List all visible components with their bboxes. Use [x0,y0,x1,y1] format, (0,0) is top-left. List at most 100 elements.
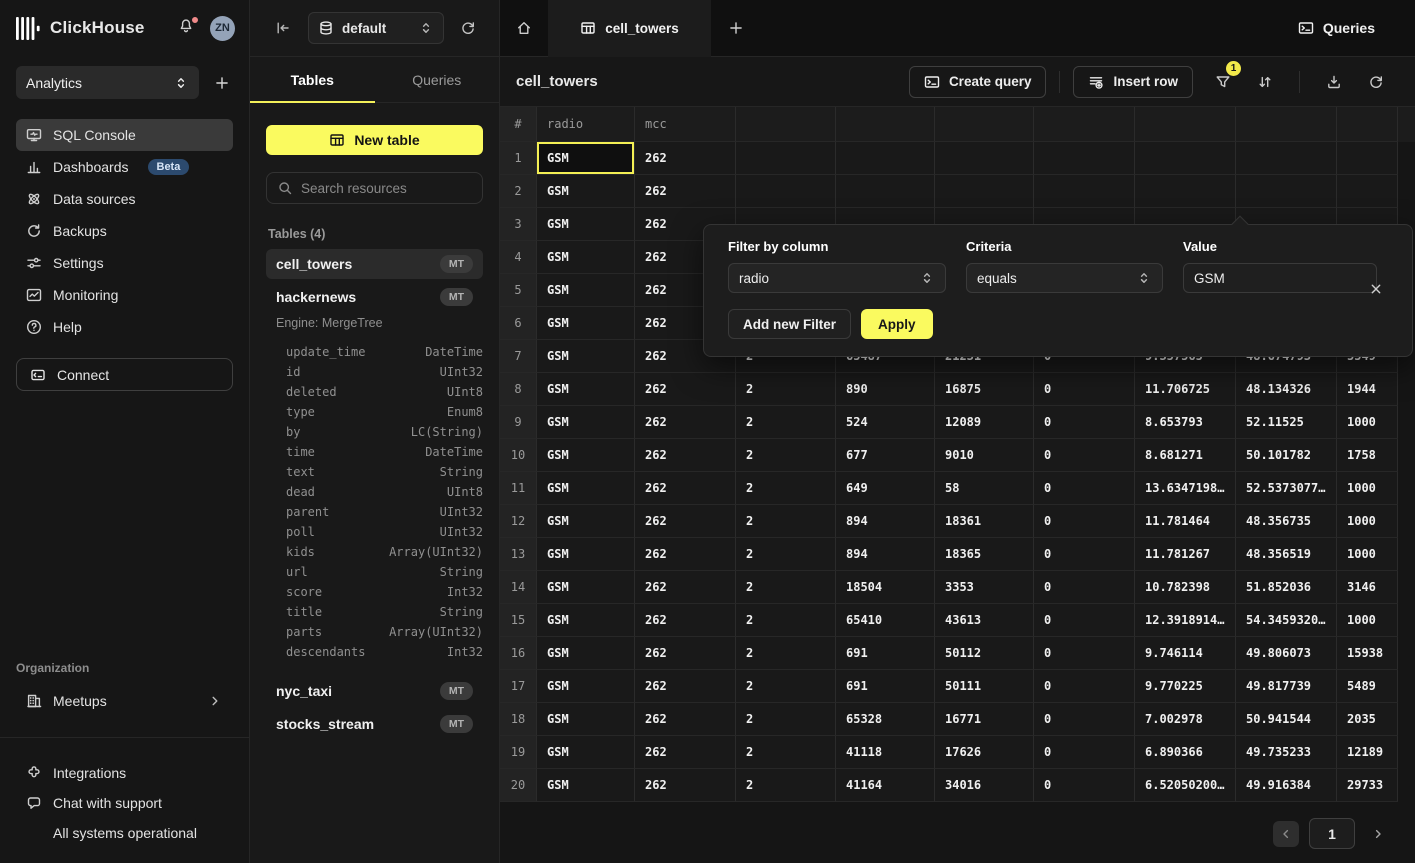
grid-cell[interactable]: GSM [537,670,635,703]
tab-tables[interactable]: Tables [250,57,375,102]
grid-cell[interactable]: GSM [537,241,635,274]
grid-cell[interactable]: GSM [537,175,635,208]
grid-cell[interactable]: 7.002978 [1135,703,1236,736]
sidebar-item-integrations[interactable]: Integrations [16,758,233,788]
grid-cell[interactable] [1236,175,1337,208]
grid-cell[interactable]: 15938 [1337,637,1398,670]
grid-cell[interactable]: 49.916384 [1236,769,1337,802]
grid-cell[interactable]: 18361 [935,505,1034,538]
connect-button[interactable]: Connect [16,358,233,391]
grid-cell[interactable]: 894 [836,505,935,538]
filter-button[interactable]: 1 [1207,67,1239,97]
grid-cell[interactable]: 0 [1034,439,1135,472]
grid-cell[interactable] [1236,142,1337,175]
database-select[interactable]: default [308,12,444,44]
sidebar-item-sql-console[interactable]: SQL Console [16,119,233,151]
grid-cell[interactable]: 50.941544 [1236,703,1337,736]
tab-cell-towers[interactable]: cell_towers [548,0,711,57]
grid-cell[interactable]: 2 [736,439,836,472]
grid-cell[interactable]: 43613 [935,604,1034,637]
grid-cell[interactable]: 5489 [1337,670,1398,703]
grid-cell[interactable]: GSM [537,340,635,373]
column-header[interactable]: radio [537,107,635,142]
grid-cell[interactable]: GSM [537,439,635,472]
grid-cell[interactable]: 2 [736,472,836,505]
column-header[interactable] [736,107,836,142]
grid-cell[interactable]: 1000 [1337,472,1398,505]
grid-cell[interactable] [1135,142,1236,175]
grid-cell[interactable]: 262 [635,439,736,472]
table-item-hackernews[interactable]: hackernewsMT [266,282,483,312]
grid-cell[interactable]: 52.5373077… [1236,472,1337,505]
column-header[interactable] [935,107,1034,142]
grid-cell[interactable]: 48.134326 [1236,373,1337,406]
grid-cell[interactable]: 1000 [1337,406,1398,439]
grid-cell[interactable]: 54.3459320… [1236,604,1337,637]
grid-cell[interactable]: 17626 [935,736,1034,769]
grid-cell[interactable]: 2 [736,538,836,571]
grid-cell[interactable]: GSM [537,703,635,736]
grid-cell[interactable]: 65328 [836,703,935,736]
grid-cell[interactable]: 524 [836,406,935,439]
grid-cell[interactable]: 1000 [1337,538,1398,571]
search-input[interactable] [301,181,472,196]
grid-cell[interactable]: 2 [736,406,836,439]
grid-cell[interactable]: 41164 [836,769,935,802]
grid-cell[interactable]: 1000 [1337,604,1398,637]
grid-cell[interactable]: 41118 [836,736,935,769]
grid-cell[interactable]: 0 [1034,670,1135,703]
grid-cell[interactable]: 2 [736,373,836,406]
grid-cell[interactable]: 0 [1034,472,1135,505]
grid-cell[interactable]: 262 [635,571,736,604]
home-tab[interactable] [500,0,548,57]
grid-cell[interactable]: 0 [1034,406,1135,439]
grid-cell[interactable]: 262 [635,142,736,175]
grid-cell[interactable]: 262 [635,703,736,736]
grid-cell[interactable] [935,175,1034,208]
grid-cell[interactable]: GSM [537,604,635,637]
grid-cell[interactable]: 2 [736,505,836,538]
grid-cell[interactable] [1337,175,1398,208]
grid-cell[interactable]: 52.11525 [1236,406,1337,439]
collapse-panel-icon[interactable] [275,20,291,36]
sidebar-item-settings[interactable]: Settings [16,247,233,279]
remove-filter-icon[interactable] [1366,279,1386,299]
grid-cell[interactable]: 10.782398 [1135,571,1236,604]
refresh-tables-icon[interactable] [460,20,476,36]
grid-cell[interactable] [736,142,836,175]
criteria-select[interactable]: equals [966,263,1163,293]
grid-cell[interactable]: 0 [1034,736,1135,769]
table-item-stocks-stream[interactable]: stocks_streamMT [266,709,483,739]
grid-cell[interactable]: 50111 [935,670,1034,703]
grid-cell[interactable]: 49.817739 [1236,670,1337,703]
grid-cell[interactable]: 48.356519 [1236,538,1337,571]
grid-cell[interactable]: 18365 [935,538,1034,571]
grid-cell[interactable]: GSM [537,505,635,538]
grid-cell[interactable]: 2 [736,637,836,670]
grid-cell[interactable]: 677 [836,439,935,472]
grid-cell[interactable]: 2035 [1337,703,1398,736]
current-page-box[interactable]: 1 [1309,818,1355,849]
grid-cell[interactable]: 262 [635,604,736,637]
grid-cell[interactable]: 9010 [935,439,1034,472]
notifications-bell-icon[interactable] [178,18,198,38]
grid-cell[interactable]: 0 [1034,571,1135,604]
grid-cell[interactable]: 11.706725 [1135,373,1236,406]
tab-queries[interactable]: Queries [375,57,500,102]
grid-cell[interactable]: 12089 [935,406,1034,439]
grid-cell[interactable]: 34016 [935,769,1034,802]
grid-cell[interactable]: 0 [1034,373,1135,406]
add-workspace-button[interactable] [211,72,233,94]
grid-cell[interactable]: 8.653793 [1135,406,1236,439]
avatar[interactable]: ZN [210,16,235,41]
grid-cell[interactable] [1034,175,1135,208]
column-header[interactable] [1034,107,1135,142]
grid-cell[interactable]: GSM [537,406,635,439]
column-header[interactable] [1337,107,1398,142]
download-button[interactable] [1318,67,1350,97]
grid-cell[interactable] [1034,142,1135,175]
grid-cell[interactable] [1135,175,1236,208]
grid-cell[interactable]: 3146 [1337,571,1398,604]
grid-cell[interactable]: 16771 [935,703,1034,736]
sort-button[interactable] [1249,67,1281,97]
